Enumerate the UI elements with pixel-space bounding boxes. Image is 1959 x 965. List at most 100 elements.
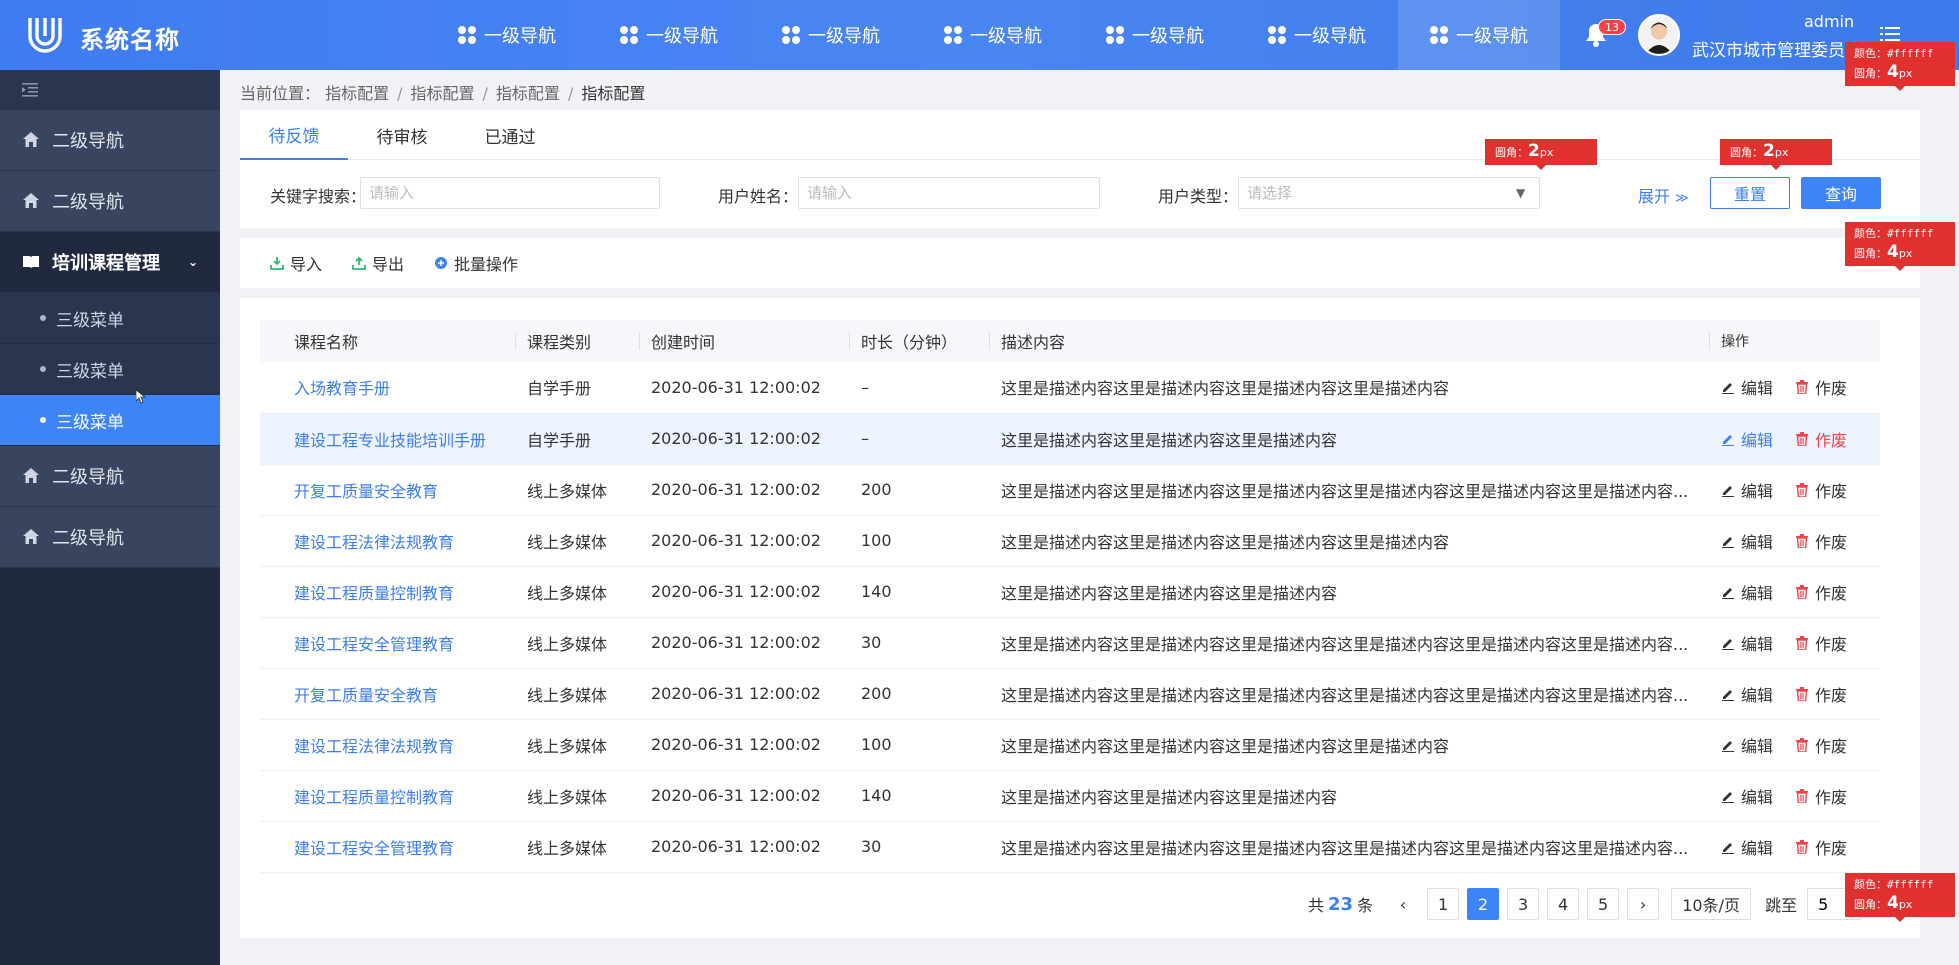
edit-button[interactable]: 编辑 xyxy=(1721,580,1773,604)
delete-button[interactable]: 作废 xyxy=(1795,733,1847,757)
delete-button[interactable]: 作废 xyxy=(1795,529,1847,553)
top-nav-item[interactable]: 一级导航 xyxy=(1074,0,1236,70)
delete-button[interactable]: 作废 xyxy=(1795,478,1847,502)
pagination: 共 23 条 ‹ 1 2 3 4 5 › 10条/页 跳至 xyxy=(1308,888,1862,920)
top-nav-item[interactable]: 一级导航 xyxy=(1398,0,1560,70)
edit-button[interactable]: 编辑 xyxy=(1721,631,1773,655)
action-group: 编辑 作废 xyxy=(1721,375,1880,399)
list-menu-icon[interactable] xyxy=(1880,24,1900,44)
course-name-link[interactable]: 入场教育手册 xyxy=(260,362,515,414)
duration: 30 xyxy=(849,821,989,873)
edit-button[interactable]: 编辑 xyxy=(1721,529,1773,553)
annotation-radius-label: 圆角： xyxy=(1854,67,1887,80)
annotation-color-label: 颜色： xyxy=(1854,878,1887,891)
apps-icon xyxy=(1268,26,1286,44)
top-nav-item[interactable]: 一级导航 xyxy=(912,0,1074,70)
edit-button[interactable]: 编辑 xyxy=(1721,784,1773,808)
course-category: 线上多媒体 xyxy=(515,617,639,669)
page-button[interactable]: 2 xyxy=(1467,888,1500,920)
edit-button[interactable]: 编辑 xyxy=(1721,478,1773,502)
trash-icon xyxy=(1796,635,1809,650)
table-header-row: 课程名称 课程类别 创建时间 时长（分钟） 描述内容 操作 xyxy=(260,320,1880,362)
course-name-link[interactable]: 建设工程安全管理教育 xyxy=(260,617,515,669)
course-name-link[interactable]: 建设工程专业技能培训手册 xyxy=(260,413,515,465)
course-name-link[interactable]: 建设工程法律法规教育 xyxy=(260,515,515,567)
delete-button[interactable]: 作废 xyxy=(1795,682,1847,706)
upload-icon xyxy=(352,256,366,270)
keyword-input[interactable] xyxy=(360,177,660,209)
annotation-unit: px xyxy=(1898,67,1913,80)
delete-button[interactable]: 作废 xyxy=(1795,835,1847,859)
total-count: 23 xyxy=(1328,893,1354,915)
top-nav-item[interactable]: 一级导航 xyxy=(588,0,750,70)
edit-button[interactable]: 编辑 xyxy=(1721,835,1773,859)
avatar[interactable] xyxy=(1638,14,1680,56)
breadcrumb-link[interactable]: 指标配置 xyxy=(411,84,475,103)
reset-button[interactable]: 重置 xyxy=(1710,177,1790,209)
expand-filters-button[interactable]: 展开 ≫ xyxy=(1638,183,1689,207)
annotation-unit: px xyxy=(1774,146,1789,159)
course-name-link[interactable]: 建设工程安全管理教育 xyxy=(260,821,515,873)
course-name-link[interactable]: 建设工程质量控制教育 xyxy=(260,566,515,618)
edit-button[interactable]: 编辑 xyxy=(1721,375,1773,399)
course-name-link[interactable]: 开复工质量安全教育 xyxy=(260,464,515,516)
sidebar-subitem[interactable]: 三级菜单 xyxy=(0,293,220,344)
home-icon xyxy=(23,193,39,208)
breadcrumb-link[interactable]: 指标配置 xyxy=(325,84,389,103)
top-nav: 一级导航 一级导航 一级导航 一级导航 一级导航 一级导航 一级导航 xyxy=(426,0,1560,70)
sidebar-item[interactable]: 二级导航 xyxy=(0,507,220,568)
export-label: 导出 xyxy=(372,255,405,274)
delete-button[interactable]: 作废 xyxy=(1795,784,1847,808)
sidebar-subitem[interactable]: 三级菜单 xyxy=(0,395,220,446)
top-nav-label: 一级导航 xyxy=(1456,26,1528,47)
edit-label: 编辑 xyxy=(1741,787,1774,807)
page-button[interactable]: 1 xyxy=(1427,888,1460,920)
sidebar-item[interactable]: 二级导航 xyxy=(0,171,220,232)
course-name-link[interactable]: 建设工程法律法规教育 xyxy=(260,719,515,771)
delete-button[interactable]: 作废 xyxy=(1795,375,1847,399)
delete-button[interactable]: 作废 xyxy=(1795,580,1847,604)
delete-button[interactable]: 作废 xyxy=(1795,427,1847,451)
breadcrumb-link[interactable]: 指标配置 xyxy=(496,84,560,103)
annotation-radius-label: 圆角： xyxy=(1854,898,1887,911)
batch-operation-button[interactable]: 批量操作 xyxy=(434,251,518,275)
bullet-icon xyxy=(40,366,46,372)
page-button[interactable]: 3 xyxy=(1507,888,1540,920)
query-button[interactable]: 查询 xyxy=(1801,177,1881,209)
edit-button[interactable]: 编辑 xyxy=(1721,427,1773,451)
next-page-button[interactable]: › xyxy=(1627,888,1660,920)
sidebar-item[interactable]: 二级导航 xyxy=(0,446,220,507)
top-nav-item[interactable]: 一级导航 xyxy=(750,0,912,70)
top-nav-item[interactable]: 一级导航 xyxy=(1236,0,1398,70)
page-size-select[interactable]: 10条/页 xyxy=(1671,888,1752,920)
sidebar-item-label: 二级导航 xyxy=(52,528,124,549)
export-button[interactable]: 导出 xyxy=(352,251,404,275)
username-input[interactable] xyxy=(798,177,1100,209)
status-tab[interactable]: 待审核 xyxy=(348,110,456,160)
prev-page-button[interactable]: ‹ xyxy=(1387,888,1420,920)
top-nav-item[interactable]: 一级导航 xyxy=(426,0,588,70)
edit-icon xyxy=(1722,791,1734,803)
status-tab[interactable]: 已通过 xyxy=(456,110,564,160)
edit-button[interactable]: 编辑 xyxy=(1721,733,1773,757)
action-group: 编辑 作废 xyxy=(1721,580,1880,604)
sidebar-item-label: 二级导航 xyxy=(52,192,124,213)
course-category: 线上多媒体 xyxy=(515,770,639,822)
status-tab[interactable]: 待反馈 xyxy=(240,110,348,160)
course-name-link[interactable]: 建设工程质量控制教育 xyxy=(260,770,515,822)
usertype-select[interactable] xyxy=(1238,177,1540,209)
edit-button[interactable]: 编辑 xyxy=(1721,682,1773,706)
row-actions: 编辑 作废 xyxy=(1709,617,1880,669)
sidebar-item[interactable]: 二级导航 xyxy=(0,110,220,171)
import-button[interactable]: 导入 xyxy=(270,251,322,275)
delete-label: 作废 xyxy=(1815,634,1848,654)
course-name-link[interactable]: 开复工质量安全教育 xyxy=(260,668,515,720)
sidebar-collapse-toggle[interactable] xyxy=(0,70,220,110)
page-button[interactable]: 4 xyxy=(1547,888,1580,920)
page-button[interactable]: 5 xyxy=(1587,888,1620,920)
sidebar-subitem[interactable]: 三级菜单 xyxy=(0,344,220,395)
delete-button[interactable]: 作废 xyxy=(1795,631,1847,655)
sidebar-group-training[interactable]: 培训课程管理 ⌄ xyxy=(0,232,220,293)
table-column-header: 课程类别 xyxy=(515,320,639,362)
table-row: 建设工程安全管理教育 线上多媒体 2020-06-31 12:00:02 30 这里是描… xyxy=(260,617,1880,669)
